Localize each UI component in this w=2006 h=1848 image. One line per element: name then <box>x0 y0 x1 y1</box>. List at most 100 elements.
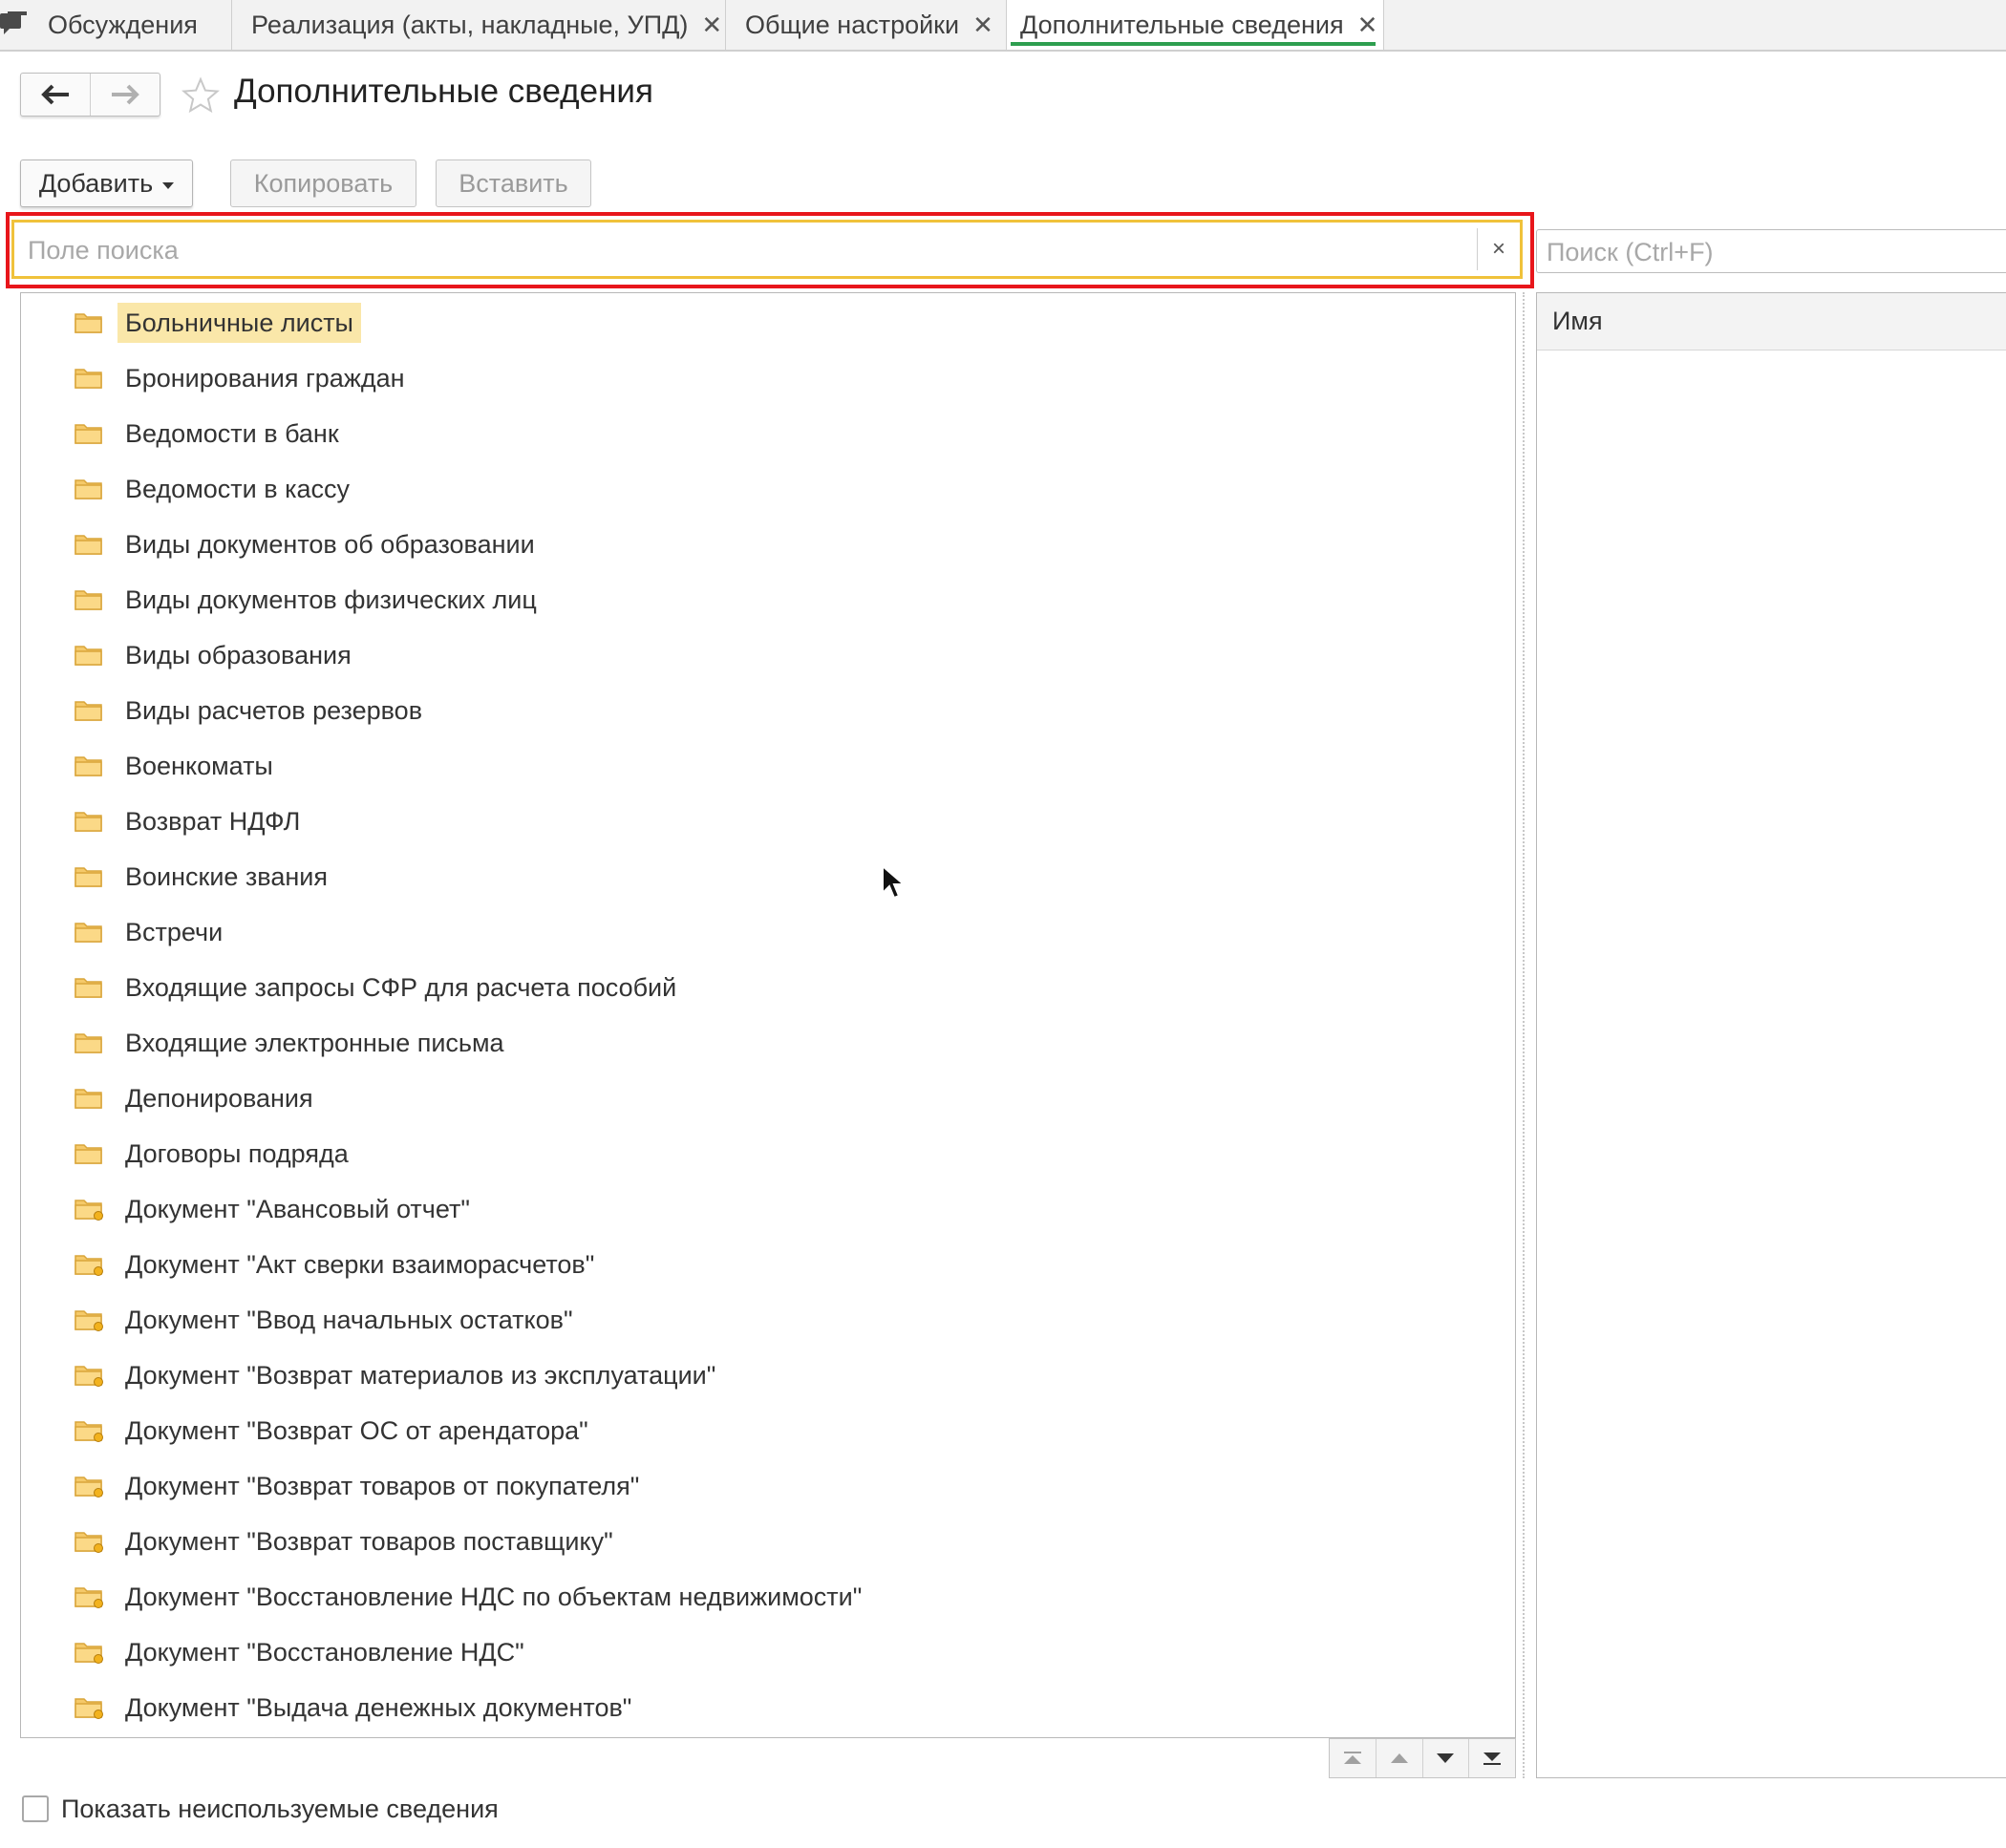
tree-item-label: Возврат НДФЛ <box>125 807 301 836</box>
tree-item-label: Воинские звания <box>125 862 328 891</box>
scroll-up-button[interactable] <box>1375 1739 1422 1777</box>
tree-item[interactable]: Ведомости в кассу <box>21 461 1515 517</box>
tree-item[interactable]: Документ "Авансовый отчет" <box>21 1181 1515 1237</box>
tree-item[interactable]: Ведомости в банк <box>21 406 1515 461</box>
mouse-cursor-icon <box>882 864 906 900</box>
tree-item[interactable]: Документ "Возврат ОС от арендатора" <box>21 1403 1515 1458</box>
panel-splitter[interactable] <box>1523 292 1525 1778</box>
close-icon[interactable]: ✕ <box>1357 11 1378 40</box>
items-table[interactable]: Имя <box>1536 292 2006 1778</box>
chevron-down-icon <box>1437 1753 1455 1763</box>
scroll-bottom-icon <box>1483 1752 1502 1765</box>
tab-label: Дополнительные сведения <box>1020 10 1344 39</box>
tree-item-label: Виды документов физических лиц <box>125 585 537 614</box>
tree-item[interactable]: Виды образования <box>21 627 1515 683</box>
show-unused-checkbox[interactable] <box>22 1795 49 1822</box>
tree-item[interactable]: Договоры подряда <box>21 1126 1515 1181</box>
folder-icon <box>75 1144 102 1164</box>
scroll-top-button[interactable] <box>1330 1739 1376 1777</box>
tree-item-label: Депонирования <box>125 1084 313 1113</box>
add-button-label: Добавить <box>38 168 154 198</box>
folder-icon <box>75 590 102 610</box>
folder-icon <box>75 978 102 998</box>
tree-item[interactable]: Воинские звания <box>21 849 1515 904</box>
folder-badge-icon <box>75 1366 103 1387</box>
tree-item[interactable]: Виды документов физических лиц <box>21 572 1515 627</box>
folder-icon <box>75 1089 102 1109</box>
tree-item[interactable]: Документ "Возврат товаров от покупателя" <box>21 1458 1515 1514</box>
copy-button-label: Копировать <box>253 168 394 198</box>
tree-item[interactable]: Документ "Восстановление НДС по объектам… <box>21 1569 1515 1625</box>
folder-icon <box>75 369 102 389</box>
back-button[interactable] <box>21 74 90 116</box>
tree-item[interactable]: Документ "Акт сверки взаиморасчетов" <box>21 1237 1515 1292</box>
tree-item[interactable]: Бронирования граждан <box>21 350 1515 406</box>
clear-search-button[interactable]: × <box>1477 228 1520 270</box>
tree-item-label: Документ "Ввод начальных остатков" <box>125 1306 573 1334</box>
close-icon[interactable]: ✕ <box>972 11 993 40</box>
tree-item[interactable]: Встречи <box>21 904 1515 960</box>
paste-button[interactable]: Вставить <box>436 159 591 207</box>
scroll-bottom-button[interactable] <box>1468 1739 1515 1777</box>
folder-badge-icon <box>75 1421 103 1442</box>
tree-item[interactable]: Документ "Возврат материалов из эксплуат… <box>21 1348 1515 1403</box>
tab-discussions[interactable]: Обсуждения <box>0 0 232 50</box>
tree-item[interactable]: Документ "Выдача денежных документов" <box>21 1680 1515 1735</box>
tree-item-label: Ведомости в банк <box>125 419 339 448</box>
tree-item[interactable]: Документ "Возврат товаров поставщику" <box>21 1514 1515 1569</box>
quick-search-field <box>1536 229 2006 273</box>
tree-item[interactable]: Возврат НДФЛ <box>21 794 1515 849</box>
chat-icon <box>0 11 27 34</box>
folder-badge-icon <box>75 1532 103 1553</box>
close-icon: × <box>1491 236 1505 262</box>
tab-label: Реализация (акты, накладные, УПД) <box>251 10 689 39</box>
tree-item[interactable]: Документ "Ввод начальных остатков" <box>21 1292 1515 1348</box>
tab-bar: Обсуждения Реализация (акты, накладные, … <box>0 0 2006 52</box>
tree-item-label: Встречи <box>125 918 224 946</box>
tree-item[interactable]: Входящие запросы СФР для расчета пособий <box>21 960 1515 1015</box>
quick-search-input[interactable] <box>1545 234 1997 270</box>
tree-item-label: Виды расчетов резервов <box>125 696 423 725</box>
folder-icon <box>75 867 102 887</box>
tree-item-label: Входящие запросы СФР для расчета пособий <box>125 973 677 1002</box>
tree-item-label: Документ "Возврат ОС от арендатора" <box>125 1416 588 1445</box>
tree-item[interactable]: Документ "Восстановление НДС" <box>21 1625 1515 1680</box>
tree-item[interactable]: Больничные листы <box>21 295 1515 350</box>
copy-button[interactable]: Копировать <box>230 159 416 207</box>
tab-label: Общие настройки <box>745 10 960 39</box>
tree-navigation <box>1329 1738 1516 1778</box>
arrow-right-icon <box>112 84 139 105</box>
folder-icon <box>75 646 102 666</box>
active-tab-indicator <box>1011 42 1376 46</box>
column-header-name[interactable]: Имя <box>1537 293 2006 350</box>
tab-additional-info[interactable]: Дополнительные сведения ✕ <box>1007 0 1384 50</box>
add-button[interactable]: Добавить <box>20 159 193 207</box>
close-icon[interactable]: ✕ <box>701 11 722 40</box>
folder-badge-icon <box>75 1587 103 1608</box>
tree-item-label: Бронирования граждан <box>125 364 405 393</box>
tree-item[interactable]: Военкоматы <box>21 738 1515 794</box>
tree-item-label: Документ "Возврат материалов из эксплуат… <box>125 1361 716 1390</box>
tab-sales[interactable]: Реализация (акты, накладные, УПД) ✕ <box>232 0 726 50</box>
forward-button[interactable] <box>90 74 160 116</box>
scroll-down-button[interactable] <box>1421 1739 1469 1777</box>
tree-item[interactable]: Депонирования <box>21 1071 1515 1126</box>
tree-item[interactable]: Виды документов об образовании <box>21 517 1515 572</box>
tree-item-label: Входящие электронные письма <box>125 1029 504 1057</box>
tree-item[interactable]: Виды расчетов резервов <box>21 683 1515 738</box>
star-icon[interactable] <box>181 76 220 115</box>
tab-general-settings[interactable]: Общие настройки ✕ <box>726 0 1007 50</box>
tab-label: Обсуждения <box>48 10 198 39</box>
folder-icon <box>75 701 102 721</box>
search-input[interactable] <box>26 230 1462 270</box>
folder-icon <box>75 756 102 776</box>
folder-tree[interactable]: Больничные листы Бронирования граждан Ведо… <box>20 292 1516 1738</box>
tree-item-label: Документ "Восстановление НДС" <box>125 1638 524 1667</box>
folder-badge-icon <box>75 1698 103 1719</box>
tree-item-label: Ведомости в кассу <box>125 475 350 503</box>
folder-icon <box>75 535 102 555</box>
show-unused-label[interactable]: Показать неиспользуемые сведения <box>61 1795 499 1824</box>
tree-item[interactable]: Входящие электронные письма <box>21 1015 1515 1071</box>
folder-badge-icon <box>75 1310 103 1331</box>
folder-icon <box>75 1033 102 1053</box>
